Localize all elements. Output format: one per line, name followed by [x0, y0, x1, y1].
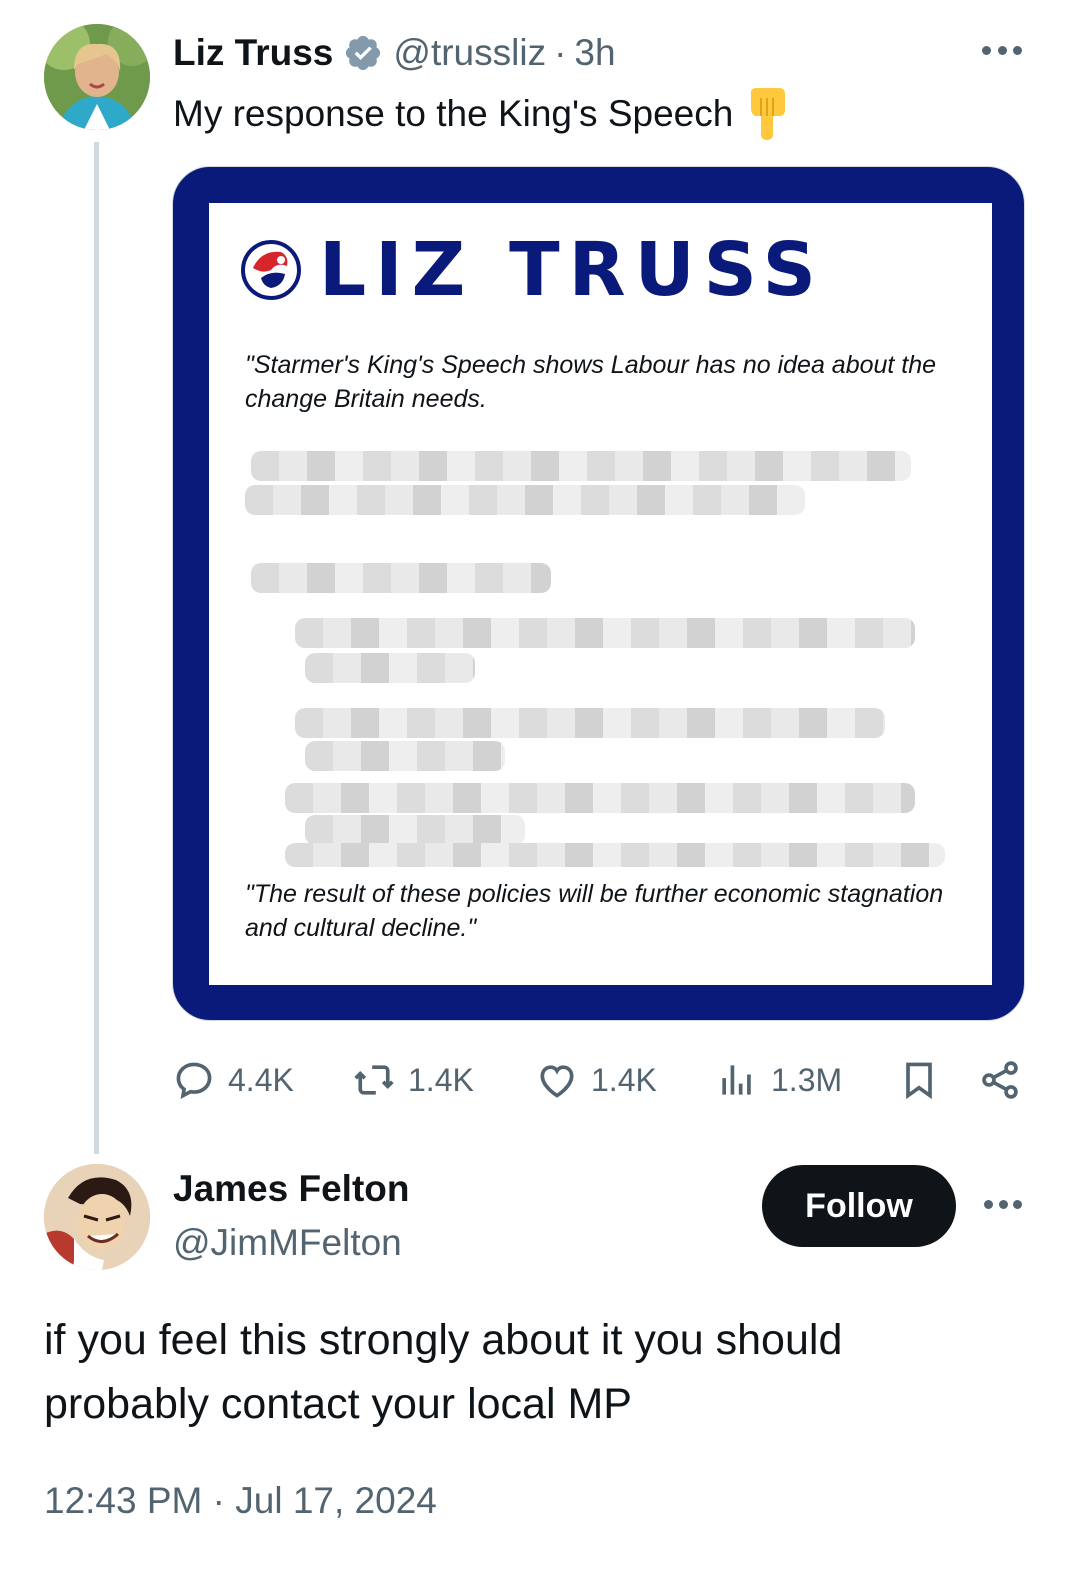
views-chart-icon [722, 1065, 751, 1095]
redacted-line [295, 708, 885, 738]
views-count: 1.3M [771, 1061, 843, 1098]
bookmark-icon [906, 1062, 932, 1100]
bookmark-button[interactable] [897, 1052, 941, 1108]
reply-tweet-text: if you feel this strongly about it you s… [44, 1316, 843, 1428]
heart-icon [540, 1065, 574, 1098]
share-button[interactable] [978, 1052, 1022, 1108]
share-icon [982, 1061, 1018, 1099]
reply-author-name[interactable]: James Felton [173, 1168, 409, 1210]
tweet-actions: 4.4K 1.4K 1.4K 1.3M [172, 1052, 1022, 1108]
more-options-icon[interactable] [984, 1198, 1022, 1212]
liz-truss-avatar[interactable] [44, 24, 150, 130]
repost-count: 1.4K [408, 1061, 474, 1098]
reply-icon [176, 1062, 212, 1099]
james-felton-avatar[interactable] [44, 1164, 150, 1270]
redacted-line [285, 843, 945, 867]
author-handle[interactable]: @trussliz [393, 32, 546, 74]
redacted-line [251, 451, 911, 481]
repost-icon [354, 1065, 394, 1095]
like-count: 1.4K [591, 1061, 657, 1098]
author-name[interactable]: Liz Truss [173, 32, 333, 74]
tweet-body: My response to the King's Speech [173, 93, 734, 134]
tweet-image[interactable]: LIZ TRUSS "Starmer's King's Speech shows… [172, 166, 1025, 1021]
reply-count: 4.4K [228, 1061, 294, 1098]
redacted-line [305, 741, 505, 771]
thread-line [94, 142, 99, 1154]
reply-timestamp[interactable]: 12:43 PM · Jul 17, 2024 [44, 1480, 437, 1522]
repost-button[interactable]: 1.4K [352, 1052, 474, 1108]
time-ago[interactable]: 3h [574, 32, 615, 74]
pointing-down-hand-icon [745, 88, 789, 140]
tweet-header: Liz Truss @trussliz · 3h [173, 30, 616, 76]
redacted-line [251, 563, 551, 593]
verified-badge-icon[interactable] [343, 33, 383, 73]
separator-dot: · [554, 32, 567, 73]
reply-button[interactable]: 4.4K [172, 1052, 294, 1108]
redacted-line [295, 618, 915, 648]
statement-card: LIZ TRUSS "Starmer's King's Speech shows… [209, 203, 992, 985]
brand-wordmark: LIZ TRUSS [319, 227, 825, 313]
redacted-line [305, 653, 475, 683]
views-button[interactable]: 1.3M [715, 1052, 842, 1108]
follow-button[interactable]: Follow [762, 1165, 956, 1247]
statement-quote-1: "Starmer's King's Speech shows Labour ha… [245, 351, 937, 413]
redacted-line [285, 783, 915, 813]
like-button[interactable]: 1.4K [535, 1052, 657, 1108]
britannia-logo-icon [241, 240, 301, 300]
tweet-text: My response to the King's Speech [173, 88, 789, 140]
reply-author-handle[interactable]: @JimMFelton [173, 1222, 402, 1264]
pixelated-redaction [245, 443, 965, 867]
more-options-icon[interactable] [982, 44, 1022, 58]
redacted-line [305, 815, 525, 845]
brand-header: LIZ TRUSS [241, 233, 825, 307]
statement-quote-2: "The result of these policies will be fu… [245, 880, 944, 942]
parent-tweet: Liz Truss @trussliz · 3h My response to … [0, 0, 1068, 1154]
redacted-line [245, 485, 805, 515]
